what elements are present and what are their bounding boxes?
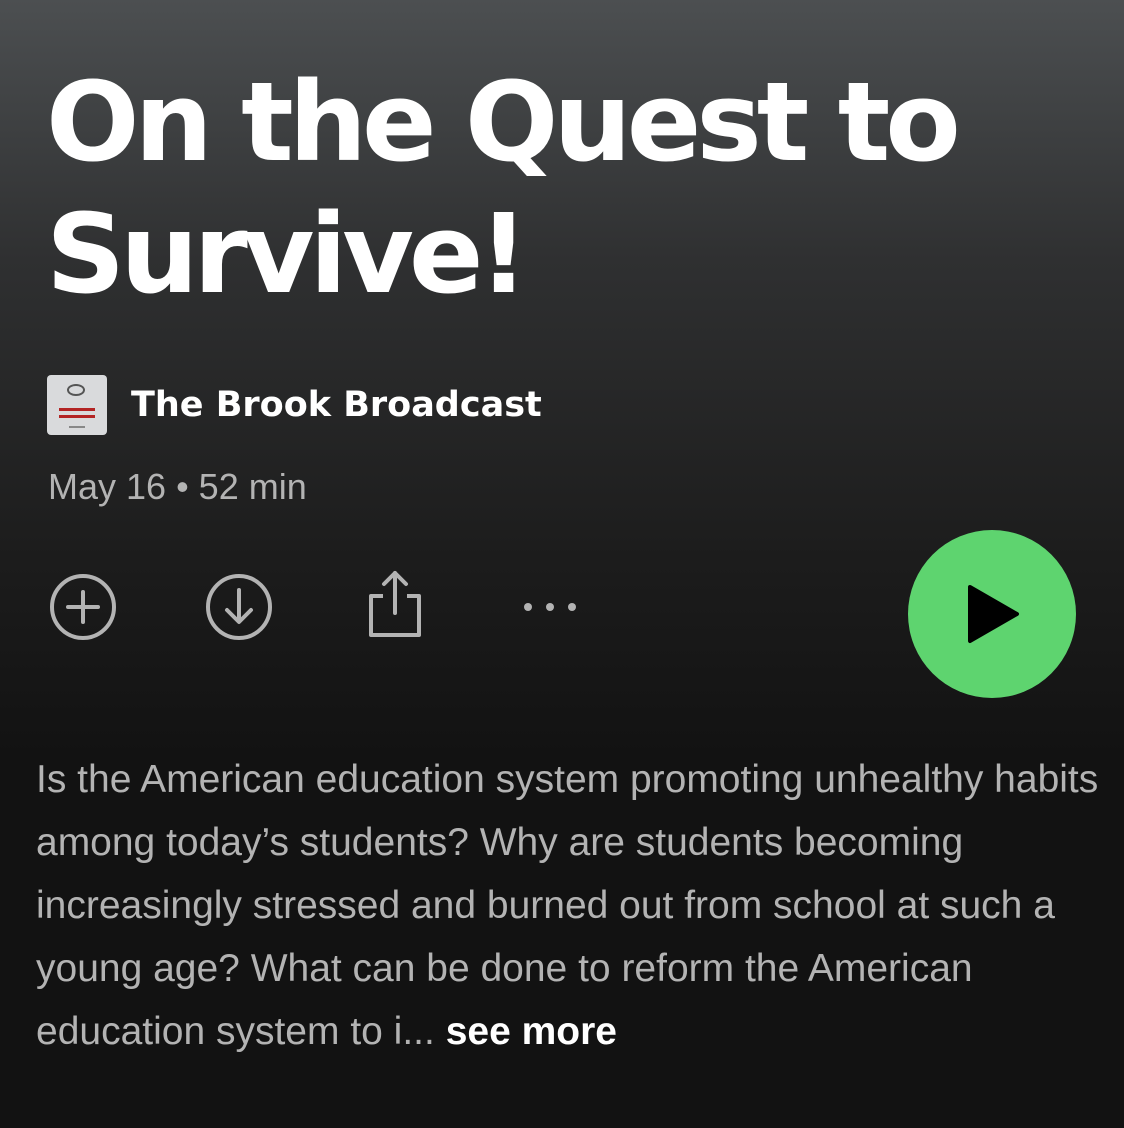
show-link[interactable]: The Brook Broadcast	[47, 375, 542, 435]
plus-circle-icon	[50, 574, 116, 640]
episode-description: Is the American education system promoti…	[36, 748, 1106, 1063]
share-icon	[369, 571, 421, 637]
share-button[interactable]	[359, 568, 431, 640]
meta-separator: •	[176, 466, 189, 507]
download-circle-icon	[206, 574, 272, 640]
download-button[interactable]	[203, 571, 275, 643]
episode-meta: May 16 • 52 min	[48, 466, 307, 508]
artwork-emblem	[67, 384, 85, 396]
show-artwork[interactable]	[47, 375, 107, 435]
more-horizontal-icon	[524, 603, 576, 611]
artwork-title-line	[59, 408, 95, 411]
add-to-library-button[interactable]	[47, 571, 119, 643]
episode-duration: 52 min	[198, 466, 307, 507]
artwork-title-line	[59, 415, 95, 418]
see-more-link[interactable]: see more	[446, 1010, 617, 1053]
play-icon	[968, 585, 1019, 643]
description-text: Is the American education system promoti…	[36, 758, 1099, 1053]
more-options-button[interactable]	[514, 571, 586, 643]
episode-date: May 16	[48, 466, 167, 507]
show-name[interactable]: The Brook Broadcast	[131, 385, 542, 425]
play-button[interactable]	[908, 530, 1076, 698]
artwork-subtitle-line	[69, 426, 85, 428]
episode-title: On the Quest to Survive!	[46, 58, 961, 318]
